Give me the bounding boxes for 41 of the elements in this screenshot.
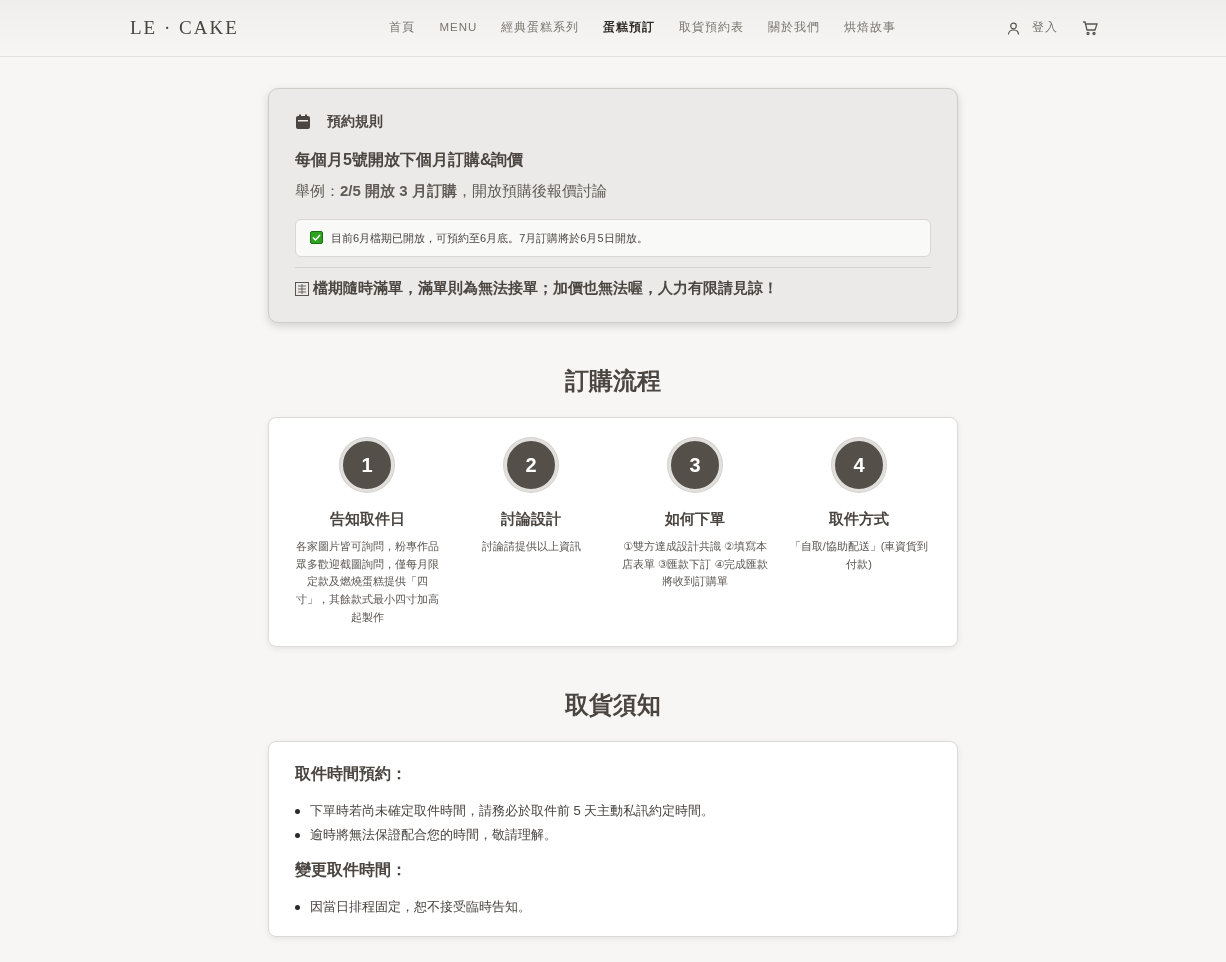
rules-headline: 每個月5號開放下個月訂購&詢價 bbox=[295, 150, 525, 170]
pickup-rule: 下單時若尚未確定取件時間，請務必於取件前 5 天主動私訊約定時間。 bbox=[310, 802, 715, 821]
cart-icon[interactable] bbox=[1082, 20, 1098, 36]
bullet-icon bbox=[295, 808, 300, 814]
pickup-heading: 取件時間預約： bbox=[295, 764, 408, 785]
bullet-icon bbox=[295, 832, 300, 838]
rules-example: 舉例：2/5 開放 3 月訂購，開放預購後報價討論 bbox=[295, 181, 608, 201]
brand-logo[interactable]: LE · CAKE bbox=[130, 13, 239, 43]
check-icon bbox=[310, 231, 323, 245]
nav-link[interactable]: 經典蛋糕系列 bbox=[501, 19, 580, 37]
step-description: 「自取/協助配送」(車資貨到付款) bbox=[788, 539, 930, 572]
full-sign-icon bbox=[295, 281, 309, 296]
step-number-badge: 1 bbox=[340, 437, 394, 492]
nav-link[interactable]: 首頁 bbox=[389, 19, 416, 37]
nav-link[interactable]: 烘焙故事 bbox=[844, 19, 897, 37]
nav-link[interactable]: 關於我們 bbox=[768, 19, 821, 37]
warning-text: 檔期隨時滿單，滿單則為無法接單；加價也無法喔，人力有限請見諒！ bbox=[313, 279, 778, 298]
step-number-badge: 3 bbox=[668, 437, 722, 492]
nav-link[interactable]: 取貨預約表 bbox=[679, 19, 745, 37]
notice-text: 目前6月檔期已開放，可預約至6月底。7月訂購將於6月5日開放。 bbox=[331, 230, 648, 246]
nav-link[interactable]: MENU bbox=[439, 19, 478, 37]
pickup-rule: 逾時將無法保證配合您的時間，敬請理解。 bbox=[310, 826, 557, 845]
section-title: 取貨須知 bbox=[564, 691, 662, 721]
step-title: 告知取件日 bbox=[329, 509, 405, 529]
rules-title: 預約規則 bbox=[327, 112, 383, 131]
section-title: 訂購流程 bbox=[564, 366, 662, 396]
step-description: 討論請提供以上資訊 bbox=[481, 539, 581, 555]
step-description: 各家圖片皆可詢問，粉專作品眾多歡迎截圖詢問，僅每月限定款及燃燒蛋糕提供「四寸」，其餘款式最小四寸加高起製作 bbox=[294, 539, 440, 625]
nav-link[interactable]: 蛋糕預訂 bbox=[603, 19, 656, 37]
step-title: 取件方式 bbox=[829, 509, 889, 529]
calendar-icon bbox=[295, 113, 311, 130]
user-icon bbox=[1007, 21, 1020, 35]
bullet-icon bbox=[295, 904, 300, 910]
pickup-rule: 因當日排程固定，恕不接受臨時告知。 bbox=[310, 898, 531, 917]
login-link[interactable]: 登入 bbox=[1007, 19, 1058, 37]
pickup-heading: 變更取件時間： bbox=[295, 860, 408, 881]
step-number-badge: 2 bbox=[504, 437, 558, 492]
step-number-badge: 4 bbox=[832, 437, 886, 492]
step-title: 討論設計 bbox=[501, 509, 561, 529]
step-title: 如何下單 bbox=[665, 509, 725, 529]
step-description: ①雙方達成設計共識 ②填寫本店表單 ③匯款下訂 ④完成匯款將收到訂購單 bbox=[621, 539, 769, 590]
